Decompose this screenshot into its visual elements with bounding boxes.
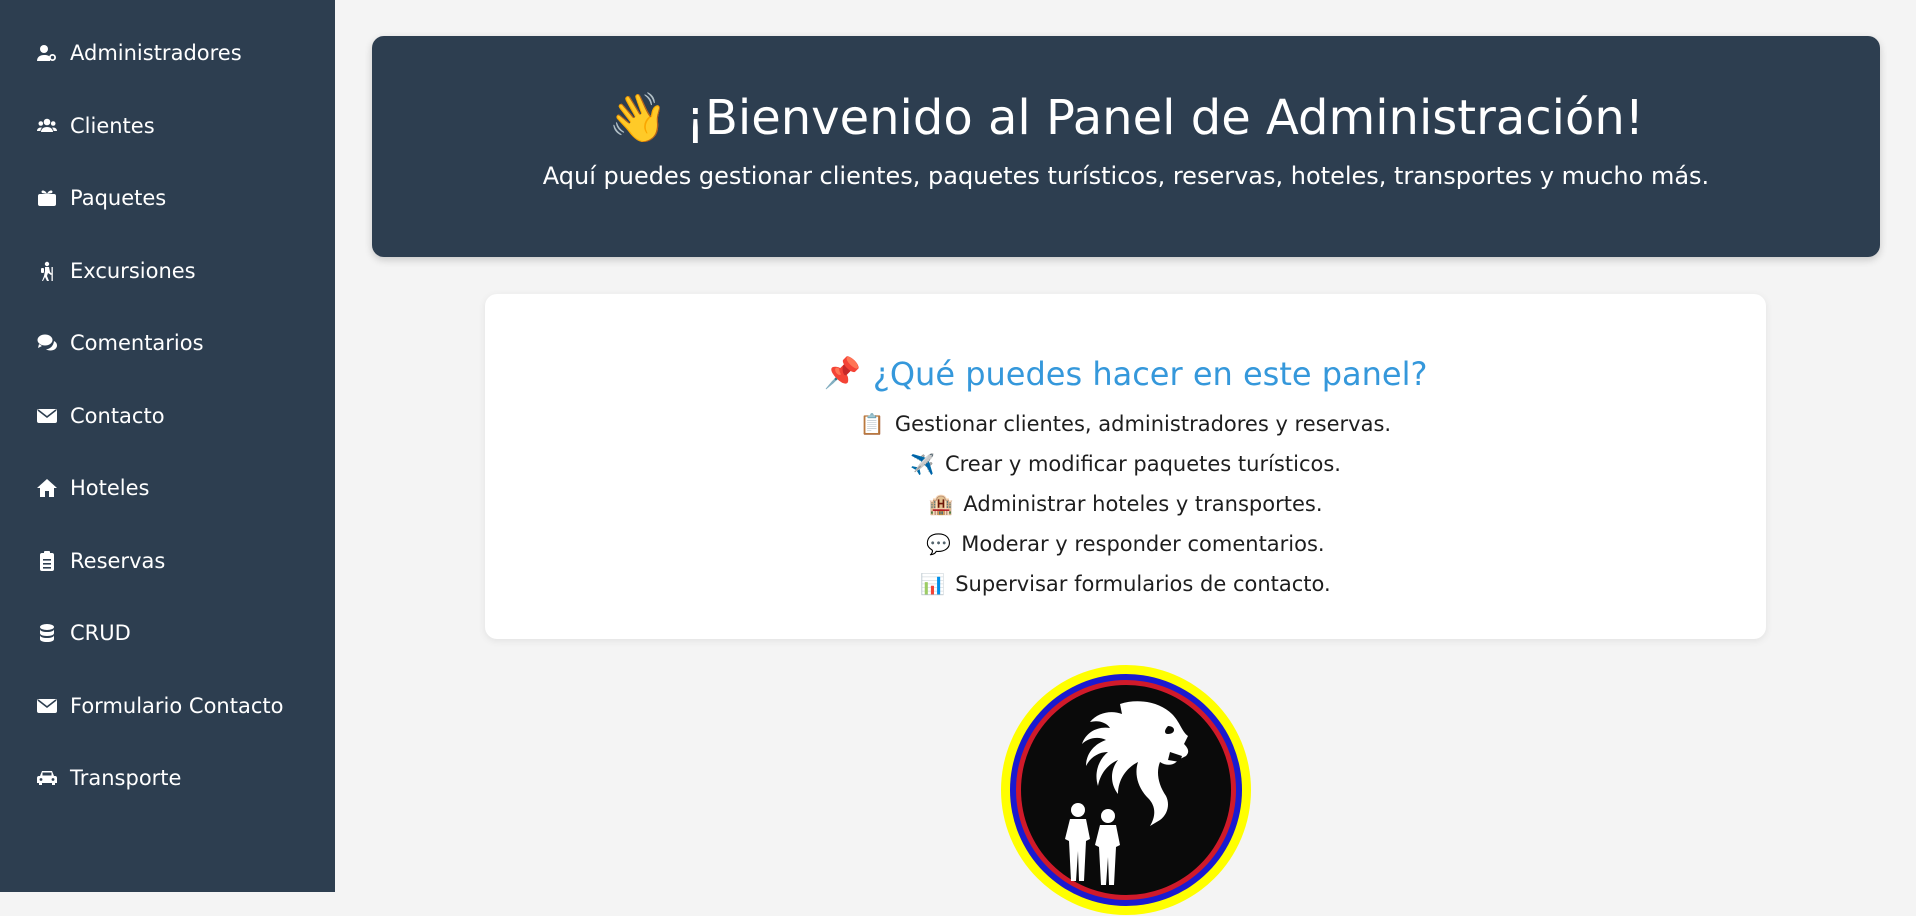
feature-text: Crear y modificar paquetes turísticos. (944, 452, 1341, 476)
sidebar-item-transporte[interactable]: Transporte (36, 763, 181, 793)
sidebar-item-comentarios[interactable]: Comentarios (36, 328, 204, 358)
welcome-subtitle: Aquí puedes gestionar clientes, paquetes… (542, 162, 1710, 190)
sidebar-item-label: Administradores (70, 41, 242, 65)
waving-hand-icon: 👋 (607, 90, 668, 146)
list-item: 📊 Supervisar formularios de contacto. (485, 564, 1766, 604)
car-icon (36, 767, 58, 789)
sidebar-item-clientes[interactable]: Clientes (36, 111, 155, 141)
welcome-title-text: ¡Bienvenido al Panel de Administración! (685, 90, 1645, 146)
scrollbar[interactable] (1902, 0, 1916, 892)
sidebar-item-label: Hoteles (70, 476, 150, 500)
list-item: 💬 Moderar y responder comentarios. (485, 524, 1766, 564)
features-card-title-text: ¿Qué puedes hacer en este panel? (872, 355, 1428, 393)
features-card-title: 📌 ¿Qué puedes hacer en este panel? (485, 352, 1766, 396)
database-icon (36, 622, 58, 644)
sidebar-item-label: Excursiones (70, 259, 196, 283)
sidebar-item-excursiones[interactable]: Excursiones (36, 256, 196, 286)
sidebar-item-label: Comentarios (70, 331, 204, 355)
pushpin-icon: 📌 (823, 356, 861, 391)
sidebar-item-contacto[interactable]: Contacto (36, 401, 165, 431)
sidebar-item-paquetes[interactable]: Paquetes (36, 183, 166, 213)
speech-bubble-icon: 💬 (926, 532, 952, 556)
list-item: 🏨 Administrar hoteles y transportes. (485, 484, 1766, 524)
sidebar-item-label: CRUD (70, 621, 131, 645)
gift-box-icon (36, 187, 58, 209)
features-list: 📋 Gestionar clientes, administradores y … (485, 404, 1766, 604)
sidebar-item-reservas[interactable]: Reservas (36, 546, 165, 576)
sidebar-item-label: Transporte (70, 766, 182, 790)
feature-text: Administrar hoteles y transportes. (963, 492, 1323, 516)
envelope-icon (36, 405, 58, 427)
clipboard-icon: 📋 (859, 412, 885, 436)
user-gear-icon (36, 42, 58, 64)
welcome-banner: 👋 ¡Bienvenido al Panel de Administración… (372, 36, 1880, 257)
feature-text: Moderar y responder comentarios. (961, 532, 1325, 556)
page-title: 👋 ¡Bienvenido al Panel de Administración… (372, 88, 1880, 148)
lion-logo (1001, 665, 1251, 915)
sidebar-item-crud[interactable]: CRUD (36, 618, 131, 648)
home-icon (36, 477, 58, 499)
sidebar-item-label: Reservas (70, 549, 166, 573)
feature-text: Supervisar formularios de contacto. (955, 572, 1331, 596)
list-item: 📋 Gestionar clientes, administradores y … (485, 404, 1766, 444)
sidebar-item-label: Formulario Contacto (70, 694, 284, 718)
sidebar-item-administradores[interactable]: Administradores (36, 38, 242, 68)
hiker-icon (36, 260, 58, 282)
bar-chart-icon: 📊 (920, 572, 946, 596)
comments-icon (36, 332, 58, 354)
clipboard-list-icon (36, 550, 58, 572)
feature-text: Gestionar clientes, administradores y re… (894, 412, 1392, 436)
hotel-icon: 🏨 (928, 492, 954, 516)
features-card: 📌 ¿Qué puedes hacer en este panel? 📋 Ges… (485, 294, 1766, 639)
list-item: ✈️ Crear y modificar paquetes turísticos… (485, 444, 1766, 484)
airplane-icon: ✈️ (910, 452, 935, 476)
users-icon (36, 115, 58, 137)
sidebar-item-label: Contacto (70, 404, 165, 428)
sidebar-item-label: Paquetes (70, 186, 167, 210)
sidebar-item-label: Clientes (70, 114, 155, 138)
envelope-icon (36, 695, 58, 717)
sidebar-item-formulario-contacto[interactable]: Formulario Contacto (36, 691, 283, 721)
sidebar-item-hoteles[interactable]: Hoteles (36, 473, 150, 503)
sidebar: Administradores Clientes Paquetes Excurs… (0, 0, 335, 892)
